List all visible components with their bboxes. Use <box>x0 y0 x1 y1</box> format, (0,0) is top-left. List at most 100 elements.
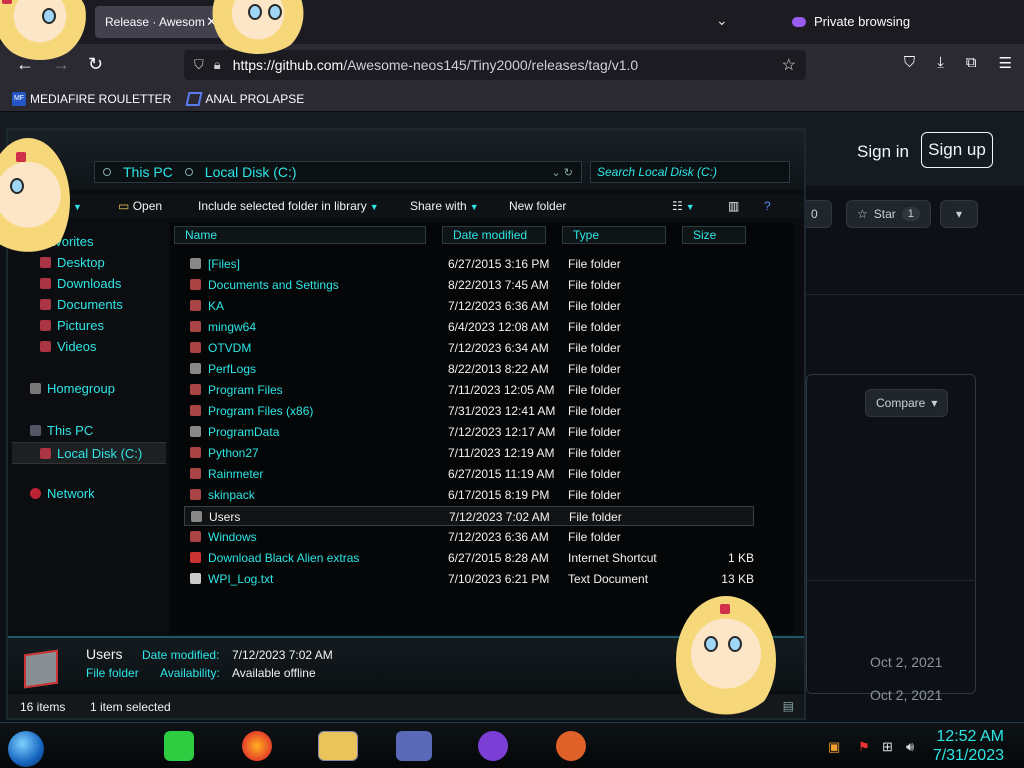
file-type: File folder <box>568 425 621 439</box>
details-view-icon[interactable]: ▤ <box>783 699 794 713</box>
address-this-pc[interactable]: This PC <box>123 164 173 180</box>
asset-date: Oct 2, 2021 <box>870 654 943 670</box>
table-row[interactable]: ProgramData 7/12/2023 12:17 AM File folder <box>184 422 754 442</box>
sign-up-button[interactable]: Sign up <box>921 132 993 168</box>
file-type: File folder <box>568 299 621 313</box>
nav-pictures[interactable]: Pictures <box>40 318 104 333</box>
tray-flag-icon[interactable]: ⚑ <box>858 739 870 755</box>
table-row[interactable]: PerfLogs 8/22/2013 8:22 AM File folder <box>184 359 754 379</box>
details-date-label: Date modified: <box>142 648 220 662</box>
start-orb-icon[interactable] <box>8 731 44 767</box>
tray-network-icon[interactable]: ⊞ <box>882 739 893 755</box>
table-row[interactable]: Program Files (x86) 7/31/2023 12:41 AM Fil… <box>184 401 754 421</box>
address-drive[interactable]: Local Disk (C:) <box>205 164 297 180</box>
file-date: 6/27/2015 8:28 AM <box>448 551 549 565</box>
help-icon[interactable]: ? <box>764 199 771 213</box>
file-name: Users <box>209 510 241 524</box>
url-bar[interactable]: ⛉ 🔒︎ https://github.com/Awesome-neos145/… <box>184 50 806 80</box>
folder-icon <box>190 363 201 374</box>
column-size[interactable]: Size <box>682 226 746 244</box>
downloads-icon[interactable]: ⤓ <box>937 54 944 72</box>
sign-in-link[interactable]: Sign in <box>857 142 909 162</box>
table-row[interactable]: skinpack 6/17/2015 8:19 PM File folder <box>184 485 754 505</box>
firefox-icon[interactable] <box>242 731 272 761</box>
notes-app-icon[interactable] <box>164 731 194 761</box>
star-icon: ☆ <box>857 207 868 221</box>
view-options-icon[interactable]: ☷ ▼ <box>672 199 695 213</box>
file-date: 7/10/2023 6:21 PM <box>448 572 550 586</box>
nav-homegroup[interactable]: Homegroup <box>30 381 115 396</box>
videos-icon <box>40 341 51 352</box>
menu-icon[interactable]: ☰ <box>999 54 1012 72</box>
downloads-icon <box>40 278 51 289</box>
file-date: 7/12/2023 7:02 AM <box>449 510 550 524</box>
file-name: mingw64 <box>208 320 257 334</box>
nav-desktop[interactable]: Desktop <box>40 255 105 270</box>
file-date: 6/27/2015 11:19 AM <box>448 467 555 481</box>
file-type: File folder <box>568 467 621 481</box>
file-explorer-icon[interactable] <box>318 731 358 761</box>
table-row[interactable]: Users 7/12/2023 7:02 AM File folder <box>184 506 754 526</box>
table-row[interactable]: Windows 7/12/2023 6:36 AM File folder <box>184 527 754 547</box>
bookmark-label: MEDIAFIRE ROULETTER <box>30 91 172 106</box>
bookmark-star-icon[interactable]: ☆ <box>782 55 796 75</box>
app-icon[interactable] <box>556 731 586 761</box>
table-row[interactable]: Rainmeter 6/27/2015 11:19 AM File folder <box>184 464 754 484</box>
tab-list-chevron-icon[interactable]: ⌄ <box>716 12 728 29</box>
nav-documents[interactable]: Documents <box>40 297 123 312</box>
search-input[interactable]: Search Local Disk (C:) <box>590 161 790 183</box>
lock-icon[interactable]: 🔒︎ <box>214 57 221 73</box>
star-dropdown-button[interactable]: ▾ <box>940 200 978 228</box>
table-row[interactable]: [Files] 6/27/2015 3:16 PM File folder <box>184 254 754 274</box>
star-button[interactable]: ☆ Star 1 <box>846 200 931 228</box>
control-panel-icon[interactable] <box>396 731 432 761</box>
nav-network[interactable]: Network <box>30 486 95 501</box>
browser-tab[interactable]: Release · Awesom ✕ <box>95 6 225 38</box>
folder-icon <box>190 384 201 395</box>
table-row[interactable]: Download Black Alien extras 6/27/2015 8:2… <box>184 548 754 568</box>
folder-icon <box>190 405 201 416</box>
tray-app-icon[interactable]: ▣ <box>828 739 840 755</box>
table-row[interactable]: Documents and Settings 8/22/2013 7:45 AM F… <box>184 275 754 295</box>
file-date: 6/27/2015 3:16 PM <box>448 257 550 271</box>
details-availability-label: Availability: <box>160 666 220 680</box>
url-text[interactable]: https://github.com/Awesome-neos145/Tiny2… <box>233 57 638 73</box>
reload-icon[interactable]: ↻ <box>88 54 103 75</box>
tray-volume-icon[interactable]: 🔊︎ <box>906 739 914 755</box>
column-type[interactable]: Type <box>562 226 666 244</box>
drive-icon <box>40 447 51 459</box>
table-row[interactable]: mingw64 6/4/2023 12:08 AM File folder <box>184 317 754 337</box>
pocket-icon[interactable]: ⛉ <box>904 54 915 72</box>
include-library-button[interactable]: Include selected folder in library ▼ <box>198 199 379 213</box>
share-with-button[interactable]: Share with ▼ <box>410 199 479 213</box>
table-row[interactable]: WPI_Log.txt 7/10/2023 6:21 PM Text Documen… <box>184 569 754 589</box>
nav-this-pc[interactable]: This PC <box>30 423 93 438</box>
sticker-eye <box>10 178 24 194</box>
extensions-icon[interactable]: ⧉ <box>966 54 977 72</box>
column-name[interactable]: Name <box>174 226 426 244</box>
file-icon <box>190 573 201 584</box>
address-bar[interactable]: This PC Local Disk (C:) ⌄ ↻ <box>94 161 582 183</box>
nav-local-disk[interactable]: Local Disk (C:) <box>12 442 166 464</box>
bookmark-mediafire[interactable]: MF MEDIAFIRE ROULETTER <box>12 91 172 106</box>
private-window-icon[interactable] <box>478 731 508 761</box>
nav-videos[interactable]: Videos <box>40 339 97 354</box>
new-folder-button[interactable]: New folder <box>509 199 566 213</box>
taskbar-clock[interactable]: 12:52 AM 7/31/2023 <box>933 727 1004 765</box>
nav-downloads[interactable]: Downloads <box>40 276 121 291</box>
divider <box>806 580 976 581</box>
shield-icon[interactable]: ⛉ <box>194 57 204 73</box>
table-row[interactable]: Python27 7/11/2023 12:19 AM File folder <box>184 443 754 463</box>
bookmark-second[interactable]: ANAL PROLAPSE <box>185 91 304 106</box>
cartoon-sticker-icon <box>676 596 776 724</box>
table-row[interactable]: KA 7/12/2023 6:36 AM File folder <box>184 296 754 316</box>
column-date[interactable]: Date modified <box>442 226 546 244</box>
table-row[interactable]: OTVDM 7/12/2023 6:34 AM File folder <box>184 338 754 358</box>
folder-icon <box>190 468 201 479</box>
folder-icon: ▭ <box>118 199 130 213</box>
refresh-icon[interactable]: ⌄ ↻ <box>552 166 574 179</box>
table-row[interactable]: Program Files 7/11/2023 12:05 AM File fold… <box>184 380 754 400</box>
preview-pane-icon[interactable]: ▥ <box>728 199 739 213</box>
open-button[interactable]: ▭ Open <box>118 199 162 213</box>
compare-button[interactable]: Compare ▾ <box>865 389 949 417</box>
